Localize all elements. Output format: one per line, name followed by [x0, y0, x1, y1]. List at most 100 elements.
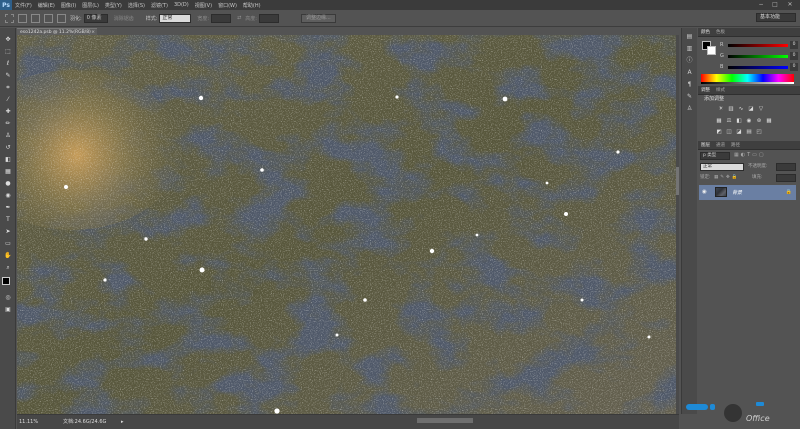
quick-select-tool-icon[interactable]: ✎ — [3, 72, 13, 80]
dodge-tool-icon[interactable]: ◉ — [3, 192, 13, 200]
refine-edge-button[interactable]: 调整边缘... — [300, 13, 336, 23]
green-value-field[interactable]: 0 — [790, 52, 798, 60]
hand-tool-icon[interactable]: ✋ — [3, 252, 13, 260]
crop-tool-icon[interactable]: ⌗ — [3, 84, 13, 92]
path-select-tool-icon[interactable]: ➤ — [3, 228, 13, 236]
levels-icon[interactable]: ▥ — [728, 106, 734, 112]
history-brush-tool-icon[interactable]: ↺ — [3, 144, 13, 152]
add-selection-icon[interactable] — [31, 13, 40, 23]
screen-mode-icon[interactable]: ▣ — [3, 306, 13, 314]
green-slider-track[interactable] — [728, 55, 788, 58]
swap-icon[interactable]: ⇄ — [237, 15, 241, 21]
photo-filter-icon[interactable]: ◉ — [746, 118, 752, 124]
zoom-level-field[interactable]: 11.11% — [19, 418, 43, 426]
color-panel-background-swatch[interactable] — [707, 46, 716, 55]
paragraph-panel-icon[interactable]: ¶ — [685, 80, 694, 89]
brightness-contrast-icon[interactable]: ☀ — [718, 106, 724, 112]
green-slider[interactable]: G 0 — [720, 52, 798, 60]
document-tab[interactable]: eso1242a.psb @ 11.2%(RGB/8) × — [17, 28, 97, 35]
foreground-color-swatch[interactable] — [2, 277, 10, 285]
menu-3d[interactable]: 3D(D) — [171, 2, 192, 8]
fill-field[interactable] — [776, 174, 796, 182]
channel-mixer-icon[interactable]: ⊛ — [756, 118, 762, 124]
eyedropper-tool-icon[interactable]: ⁄ — [3, 96, 13, 104]
antialias-checkbox[interactable]: 消除锯齿 — [114, 15, 134, 22]
tab-swatches[interactable]: 色板 — [713, 29, 728, 35]
tab-adjustments[interactable]: 调整 — [698, 87, 713, 93]
healing-brush-tool-icon[interactable]: ✚ — [3, 108, 13, 116]
blue-slider[interactable]: B 0 — [720, 63, 798, 71]
layer-kind-filter[interactable]: p 类型 — [700, 152, 730, 160]
menu-select[interactable]: 选择(S) — [125, 2, 148, 9]
gradient-map-icon[interactable]: ▤ — [746, 129, 752, 135]
subtract-selection-icon[interactable] — [44, 13, 53, 23]
lasso-tool-icon[interactable]: ℓ — [3, 60, 13, 68]
brush-panel-icon[interactable]: ✎ — [685, 92, 694, 101]
visibility-eye-icon[interactable]: ◉ — [702, 189, 708, 195]
black-white-icon[interactable]: ◧ — [736, 118, 742, 124]
eraser-tool-icon[interactable]: ◧ — [3, 156, 13, 164]
horizontal-scrollbar-thumb[interactable] — [417, 418, 473, 423]
menu-help[interactable]: 帮助(H) — [240, 2, 264, 9]
vertical-scrollbar-thumb[interactable] — [676, 167, 679, 195]
color-lookup-icon[interactable]: ▦ — [766, 118, 772, 124]
style-select[interactable]: 正常 — [159, 13, 192, 23]
clone-stamp-tool-icon[interactable]: ♙ — [3, 132, 13, 140]
blue-value-field[interactable]: 0 — [790, 63, 798, 71]
menu-filter[interactable]: 滤镜(T) — [148, 2, 171, 9]
image-canvas[interactable] — [17, 35, 676, 414]
quick-mask-icon[interactable]: ◎ — [3, 294, 13, 302]
threshold-icon[interactable]: ◪ — [736, 129, 742, 135]
red-value-field[interactable]: 0 — [790, 41, 798, 49]
workspace-select[interactable]: 基本功能 — [756, 13, 796, 22]
menu-layer[interactable]: 图层(L) — [79, 2, 102, 9]
tab-channels[interactable]: 通道 — [713, 142, 728, 148]
layer-row-background[interactable]: ◉ 背景 🔒 — [699, 185, 796, 200]
properties-panel-icon[interactable]: ▥ — [685, 44, 694, 53]
menu-type[interactable]: 类型(Y) — [102, 2, 125, 9]
grayscale-ramp[interactable] — [701, 82, 794, 84]
color-balance-icon[interactable]: ⚖ — [726, 118, 732, 124]
menu-view[interactable]: 视图(V) — [192, 2, 215, 9]
gradient-tool-icon[interactable]: ▦ — [3, 168, 13, 176]
red-slider-track[interactable] — [728, 44, 788, 47]
blur-tool-icon[interactable]: ● — [3, 180, 13, 188]
pen-tool-icon[interactable]: ✒ — [3, 204, 13, 212]
vibrance-icon[interactable]: ▽ — [758, 106, 764, 112]
posterize-icon[interactable]: ◫ — [726, 129, 732, 135]
exposure-icon[interactable]: ◪ — [748, 106, 754, 112]
menu-window[interactable]: 窗口(W) — [215, 2, 240, 9]
info-panel-icon[interactable]: ⓘ — [685, 56, 694, 65]
blend-mode-select[interactable]: 正常 — [700, 163, 744, 171]
status-menu-arrow[interactable]: ▸ — [121, 418, 124, 426]
move-tool-icon[interactable]: ✥ — [3, 36, 13, 44]
tab-styles[interactable]: 样式 — [713, 87, 728, 93]
width-input[interactable] — [211, 13, 232, 23]
close-window-button[interactable]: ✕ — [785, 1, 795, 9]
opacity-field[interactable] — [776, 163, 796, 171]
selective-color-icon[interactable]: ◰ — [756, 129, 762, 135]
lock-options-icons[interactable]: ▦✎✥🔒 — [714, 174, 739, 182]
tab-color[interactable]: 颜色 — [698, 29, 713, 35]
red-slider[interactable]: R 0 — [720, 41, 798, 49]
hue-saturation-icon[interactable]: ▦ — [716, 118, 722, 124]
clone-source-panel-icon[interactable]: ♙ — [685, 104, 694, 113]
marquee-tool-preset-icon[interactable] — [5, 13, 14, 23]
maximize-button[interactable]: □ — [770, 1, 780, 9]
intersect-selection-icon[interactable] — [57, 13, 66, 23]
rectangle-tool-icon[interactable]: ▭ — [3, 240, 13, 248]
layer-filter-icons[interactable]: ▦◐T▭▢ — [734, 152, 766, 158]
tab-layers[interactable]: 图层 — [698, 142, 713, 148]
brush-tool-icon[interactable]: ✏ — [3, 120, 13, 128]
marquee-tool-icon[interactable]: ⬚ — [3, 48, 13, 56]
curves-icon[interactable]: ∿ — [738, 106, 744, 112]
character-panel-icon[interactable]: A — [685, 68, 694, 77]
vertical-scrollbar[interactable] — [676, 35, 679, 414]
menu-image[interactable]: 图像(I) — [58, 2, 79, 9]
history-panel-icon[interactable]: ▤ — [685, 32, 694, 41]
feather-input[interactable]: 0 像素 — [83, 13, 108, 23]
type-tool-icon[interactable]: T — [3, 216, 13, 224]
menu-file[interactable]: 文件(F) — [12, 2, 35, 9]
invert-icon[interactable]: ◩ — [716, 129, 722, 135]
minimize-button[interactable]: − — [756, 1, 766, 9]
